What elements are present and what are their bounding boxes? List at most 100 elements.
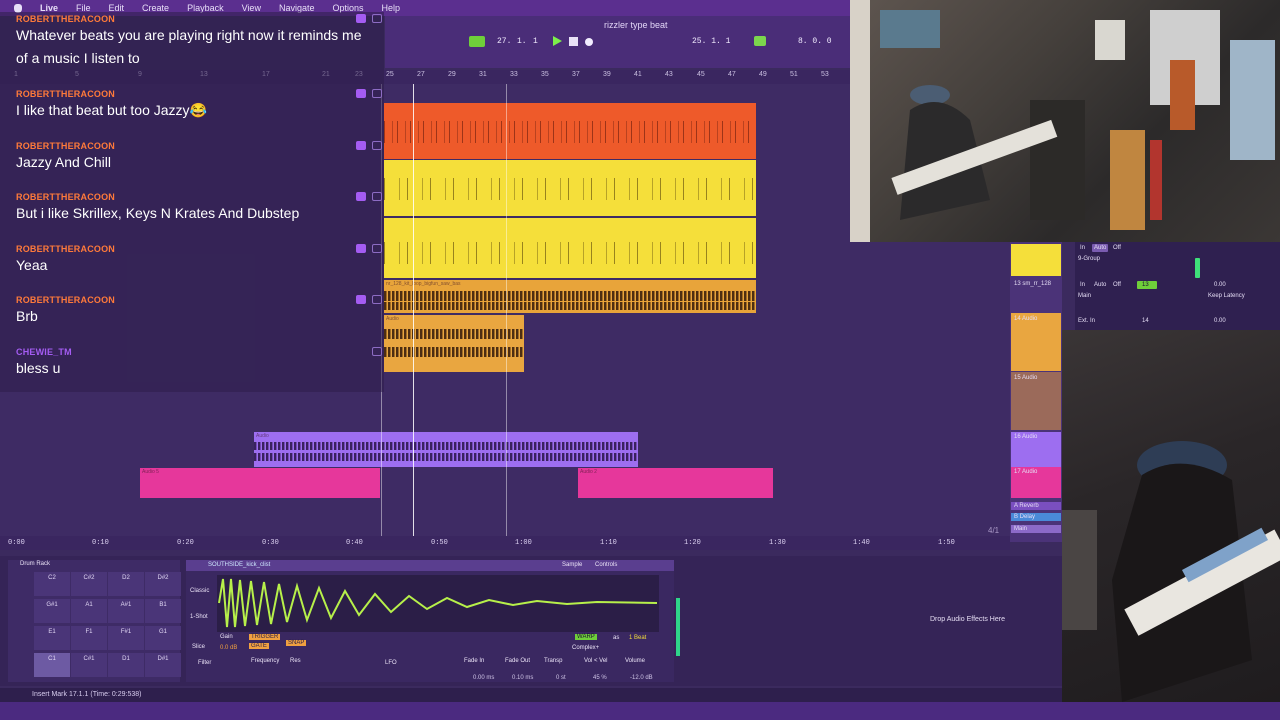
rack-title[interactable]: Drum Rack [20, 561, 50, 567]
clip-label: Audio [256, 433, 269, 439]
chat-badge-icon [372, 295, 382, 304]
drum-pad[interactable]: A1 [71, 599, 107, 623]
follow-toggle[interactable] [469, 36, 485, 47]
record-icon[interactable] [585, 38, 593, 46]
transp-value[interactable]: 0 st [556, 675, 566, 681]
drum-pad[interactable]: C2 [34, 572, 70, 596]
drum-pad[interactable]: D1 [108, 653, 144, 677]
time-label: 0:00 [8, 539, 25, 547]
drum-pad[interactable]: D2 [108, 572, 144, 596]
play-icon[interactable] [553, 36, 562, 46]
track-name[interactable]: 15 Audio [1014, 375, 1037, 381]
volume-value[interactable]: 0.00 [1214, 282, 1226, 288]
drum-pad[interactable]: F#1 [108, 626, 144, 650]
chat-message: ROBERTTHERACOON Whatever beats you are p… [16, 14, 376, 70]
volume-value[interactable]: -12.0 dB [630, 675, 653, 681]
output-label[interactable]: Main [1078, 293, 1091, 299]
tempo-display[interactable]: 27. [497, 37, 511, 46]
audio-clip-pink[interactable]: Audio 2 [578, 468, 773, 498]
audio-clip-loop[interactable]: nr_128_kit_loop_bigfun_saw_bas [384, 280, 756, 313]
group-name[interactable]: 9-Group [1078, 256, 1100, 262]
drum-pad[interactable]: F1 [71, 626, 107, 650]
midi-clip-orange[interactable] [384, 103, 756, 159]
off-label[interactable]: Off [1113, 245, 1121, 251]
fade-in-value[interactable]: 0.00 ms [473, 675, 494, 681]
time-label: 1:10 [600, 539, 617, 547]
chat-text: But i like Skrillex, Keys N Krates And D… [16, 205, 300, 221]
off-label[interactable]: Off [1113, 282, 1121, 288]
audio-clip[interactable]: Audio [384, 315, 524, 372]
midi-clip-yellow[interactable] [384, 160, 756, 216]
track-name[interactable]: 13 sm_rr_128 [1014, 281, 1051, 287]
gain-value[interactable]: 0.0 dB [220, 645, 237, 651]
drum-pad[interactable]: B1 [145, 599, 181, 623]
trigger-button[interactable]: TRIGGER [249, 634, 281, 640]
bar-label: 33 [510, 71, 518, 78]
mode-oneshot[interactable]: 1-Shot [190, 614, 208, 620]
sample-waveform[interactable] [217, 575, 659, 632]
mode-classic[interactable]: Classic [190, 588, 209, 594]
filter-label[interactable]: Filter [198, 660, 211, 666]
bar-label: 47 [728, 71, 736, 78]
drum-pad[interactable]: C#1 [71, 653, 107, 677]
chat-message: ROBERTTHERACOON I like that beat but too… [16, 89, 376, 122]
track-name[interactable]: 16 Audio [1014, 434, 1037, 440]
drum-pad[interactable]: A#1 [108, 599, 144, 623]
track-name[interactable]: Main [1014, 526, 1027, 532]
volume-label: Volume [625, 658, 646, 664]
gain-label: Gain [220, 634, 233, 640]
audio-clip-pink[interactable]: Audio 5 [140, 468, 380, 498]
drum-pad[interactable]: D#2 [145, 572, 181, 596]
track-number[interactable]: 14 [1142, 318, 1149, 324]
track-name[interactable]: 14 Audio [1014, 316, 1037, 322]
time-label: 0:30 [262, 539, 279, 547]
volume-value[interactable]: 0.00 [1214, 318, 1226, 324]
loop-end-display[interactable]: 8. 0. 0 [798, 37, 832, 46]
loop-toggle[interactable] [754, 36, 766, 46]
track-name[interactable]: 17 Audio [1014, 469, 1037, 475]
zoom-level: 4/1 [988, 526, 1000, 535]
snap-button[interactable]: SNAP [286, 640, 307, 646]
gate-button[interactable]: GATE [249, 643, 269, 649]
sample-name[interactable]: SOUTHSIDE_kick_clist [208, 562, 270, 568]
clip-label: Audio 2 [580, 469, 597, 475]
menu-help[interactable]: Help [382, 3, 401, 13]
drum-pad[interactable]: D#1 [145, 653, 181, 677]
warp-button[interactable]: WARP [575, 634, 597, 640]
playhead[interactable] [413, 84, 414, 536]
mode-slice[interactable]: Slice [192, 644, 205, 650]
drum-pad[interactable]: G1 [145, 626, 181, 650]
track-color-9[interactable] [1011, 244, 1061, 276]
stop-icon[interactable] [569, 37, 578, 46]
fade-out-value[interactable]: 0.10 ms [512, 675, 533, 681]
midi-clip-yellow[interactable] [384, 218, 756, 278]
beat-display[interactable]: 1 [533, 37, 538, 46]
fade-in-label: Fade In [464, 658, 485, 664]
ext-in-label[interactable]: Ext. In [1078, 318, 1095, 324]
audio-clip-purple[interactable]: Audio [254, 432, 638, 467]
moderator-badge-icon [356, 141, 366, 150]
drum-pad-selected[interactable]: C1 [34, 653, 70, 677]
bar-label: 41 [634, 71, 642, 78]
position-display[interactable]: 25. 1. 1 [692, 37, 730, 46]
drum-pad[interactable]: C#2 [71, 572, 107, 596]
chat-text: Yeaa [16, 257, 48, 273]
track-name[interactable]: A Reverb [1014, 503, 1039, 509]
chat-username: CHEWIE_TM [16, 347, 72, 357]
bar-display[interactable]: 1. [517, 37, 527, 46]
drop-effects-zone[interactable]: Drop Audio Effects Here [930, 616, 1005, 623]
bar-label: 45 [697, 71, 705, 78]
warp-beat[interactable]: 1 Beat [629, 635, 646, 641]
warp-mode[interactable]: Complex+ [572, 645, 599, 651]
drum-pad[interactable]: E1 [34, 626, 70, 650]
track-name[interactable]: B Delay [1014, 514, 1035, 520]
track-number: 13 [1142, 282, 1149, 288]
tab-controls[interactable]: Controls [595, 562, 617, 568]
drum-pad[interactable]: G#1 [34, 599, 70, 623]
tab-sample[interactable]: Sample [562, 562, 582, 568]
lfo-label[interactable]: LFO [385, 660, 397, 666]
auto-label[interactable]: Auto [1094, 282, 1106, 288]
keep-latency[interactable]: Keep Latency [1208, 293, 1245, 299]
vol-vel-value[interactable]: 45 % [593, 675, 607, 681]
time-label: 0:10 [92, 539, 109, 547]
